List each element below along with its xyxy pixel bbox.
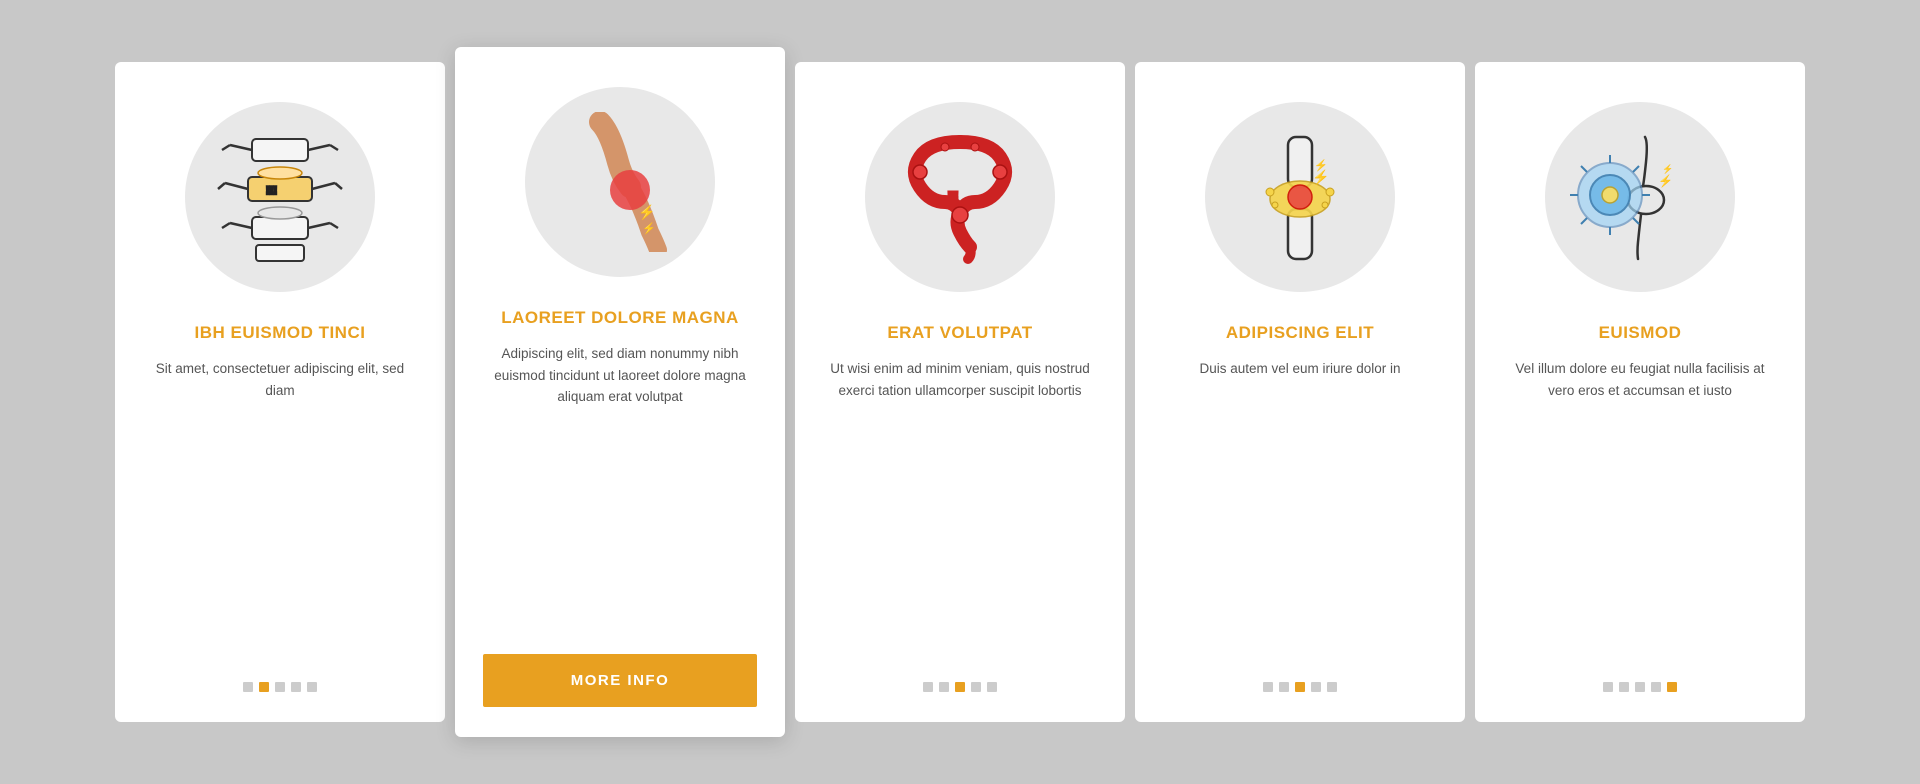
dot-3 [275, 682, 285, 692]
dot-3[interactable] [1295, 682, 1305, 692]
dot-4 [1311, 682, 1321, 692]
dot-5 [1327, 682, 1337, 692]
joint-icon-circle: ⚡ ⚡ [1205, 102, 1395, 292]
card-knee-dots [1603, 682, 1677, 692]
dot-3 [1635, 682, 1645, 692]
card-knee-title: EUISMOD [1599, 322, 1682, 344]
dot-2 [939, 682, 949, 692]
dot-2 [1279, 682, 1289, 692]
knee-icon: ⚡ ⚡ [1570, 127, 1710, 267]
colon-icon: !!! [890, 127, 1030, 267]
card-spine-dots [243, 682, 317, 692]
card-joint-dots [1263, 682, 1337, 692]
dot-2 [1619, 682, 1629, 692]
spine-icon: !!! [210, 127, 350, 267]
card-colon: !!! ERAT VOLUTPAT Ut wisi enim ad minim … [795, 62, 1125, 722]
elbow-icon-circle: ⚡ ⚡ [525, 87, 715, 277]
dot-1 [1603, 682, 1613, 692]
card-colon-dots [923, 682, 997, 692]
more-info-button[interactable]: MORE INFO [483, 654, 757, 707]
card-colon-text: Ut wisi enim ad minim veniam, quis nostr… [823, 358, 1097, 654]
dot-5[interactable] [1667, 682, 1677, 692]
knee-icon-circle: ⚡ ⚡ [1545, 102, 1735, 292]
dot-3[interactable] [955, 682, 965, 692]
elbow-icon: ⚡ ⚡ [550, 112, 690, 252]
card-spine-title: IBH EUISMOD TINCI [195, 322, 366, 344]
dot-2[interactable] [259, 682, 269, 692]
dot-1 [923, 682, 933, 692]
svg-text:⚡: ⚡ [1314, 159, 1328, 172]
svg-text:!!!: !!! [948, 191, 958, 202]
card-joint-text: Duis autem vel eum iriure dolor in [1199, 358, 1400, 654]
card-elbow-text: Adipiscing elit, sed diam nonummy nibh e… [483, 343, 757, 626]
svg-text:⚡: ⚡ [638, 204, 655, 221]
card-spine: !!! [115, 62, 445, 722]
joint-icon: ⚡ ⚡ [1230, 127, 1370, 267]
dot-4 [291, 682, 301, 692]
dot-4 [971, 682, 981, 692]
card-colon-title: ERAT VOLUTPAT [887, 322, 1032, 344]
card-elbow-title: LAOREET DOLORE MAGNA [501, 307, 739, 329]
card-spine-text: Sit amet, consectetuer adipiscing elit, … [143, 358, 417, 654]
svg-text:⚡: ⚡ [642, 222, 656, 235]
card-knee: ⚡ ⚡ EUISMOD Vel illum dolore eu feugiat … [1475, 62, 1805, 722]
dot-1 [243, 682, 253, 692]
svg-text:⚡: ⚡ [1662, 163, 1673, 175]
spine-icon-circle: !!! [185, 102, 375, 292]
dot-5 [307, 682, 317, 692]
card-joint: ⚡ ⚡ ADIPISCING ELIT Duis autem vel eum i… [1135, 62, 1465, 722]
card-joint-title: ADIPISCING ELIT [1226, 322, 1374, 344]
dot-1 [1263, 682, 1273, 692]
dot-5 [987, 682, 997, 692]
card-elbow: ⚡ ⚡ LAOREET DOLORE MAGNA Adipiscing elit… [455, 47, 785, 737]
cards-container: !!! [85, 22, 1835, 762]
colon-icon-circle: !!! [865, 102, 1055, 292]
svg-text:⚡: ⚡ [1658, 174, 1673, 188]
dot-4 [1651, 682, 1661, 692]
svg-text:!!!: !!! [266, 185, 277, 197]
card-knee-text: Vel illum dolore eu feugiat nulla facili… [1503, 358, 1777, 654]
